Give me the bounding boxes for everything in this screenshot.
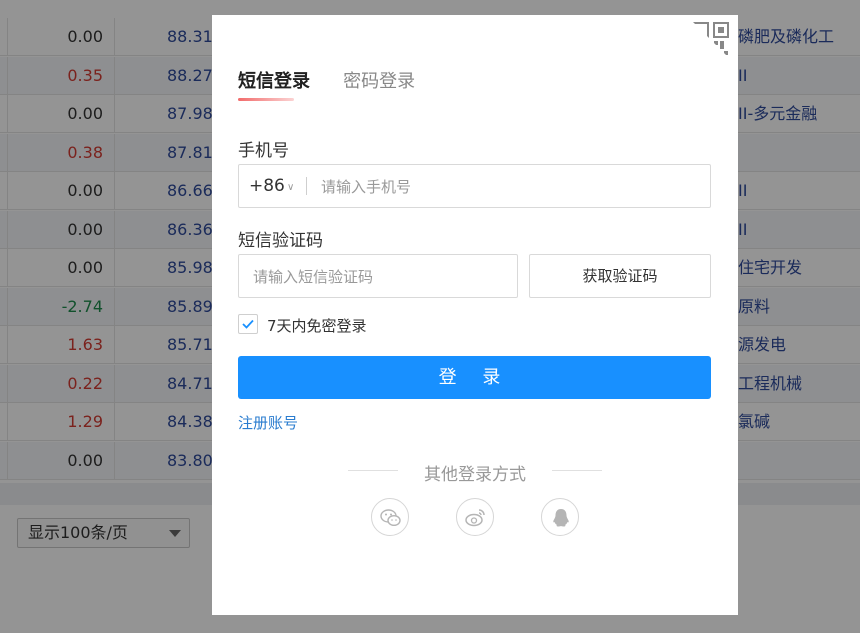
phone-field: +86 ∨ [238, 164, 711, 208]
phone-label: 手机号 [238, 141, 289, 161]
tab-sms-login[interactable]: 短信登录 [238, 67, 310, 101]
login-button[interactable]: 登 录 [238, 356, 711, 399]
remember-checkbox[interactable] [238, 314, 258, 334]
other-login-label: 其他登录方式 [424, 465, 526, 485]
qq-login-button[interactable] [541, 498, 579, 536]
weibo-login-button[interactable] [456, 498, 494, 536]
weibo-icon [465, 509, 485, 527]
wechat-icon [380, 509, 401, 527]
sms-code-input[interactable] [251, 256, 510, 298]
checkmark-icon [242, 319, 254, 329]
login-tabs: 短信登录 密码登录 [238, 67, 443, 101]
country-code-select[interactable]: +86 [249, 165, 285, 207]
sms-code-field [238, 254, 518, 298]
divider [306, 177, 307, 195]
login-modal: 短信登录 密码登录 手机号 +86 ∨ 短信验证码 获取验证码 7天内免密登录 … [212, 15, 738, 615]
phone-input[interactable] [319, 166, 703, 208]
qq-icon [553, 509, 569, 527]
register-link[interactable]: 注册账号 [238, 412, 298, 433]
tab-password-login[interactable]: 密码登录 [343, 67, 415, 101]
other-login-divider: 其他登录方式 [348, 460, 602, 485]
chevron-down-icon[interactable]: ∨ [287, 182, 294, 193]
get-code-button[interactable]: 获取验证码 [529, 254, 711, 298]
wechat-login-button[interactable] [371, 498, 409, 536]
qr-code-login-icon[interactable] [690, 19, 734, 63]
divider-line [552, 470, 602, 471]
remember-label: 7天内免密登录 [267, 317, 367, 335]
sms-code-label: 短信验证码 [238, 231, 323, 251]
